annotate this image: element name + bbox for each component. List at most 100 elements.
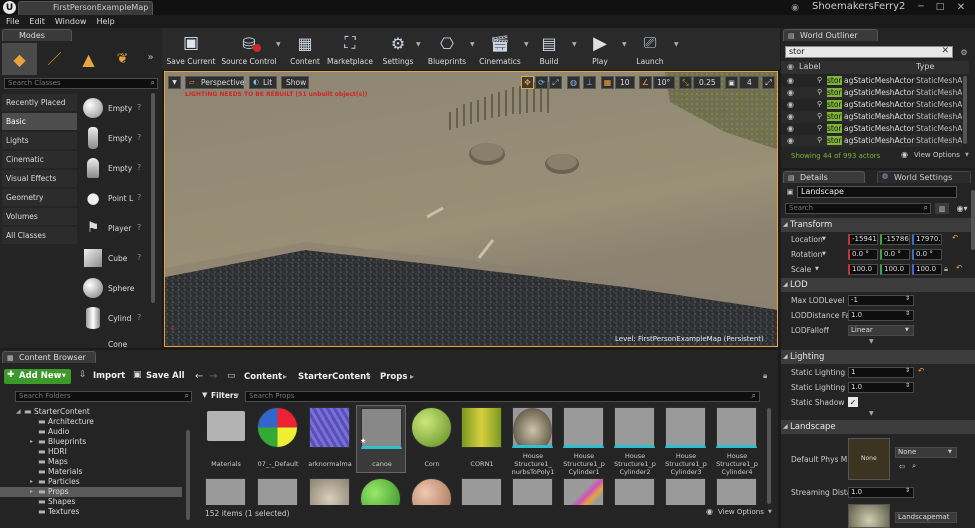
folder-tree-item[interactable]: ▬ Architecture	[0, 417, 182, 427]
details-view-options-icon[interactable]: ◉▾	[953, 203, 971, 214]
chevron-down-icon[interactable]: ▼	[470, 41, 475, 48]
scale-x-field[interactable]: 100.0	[848, 264, 878, 275]
folder-tree-item[interactable]: ◢ ▬ StarterContent	[0, 407, 182, 417]
forward-arrow-icon[interactable]: →	[209, 371, 217, 382]
spin-arrows-icon[interactable]: ⇕	[905, 367, 910, 374]
blueprints-button[interactable]: ⎔ Blueprints	[424, 30, 470, 68]
search-props-field[interactable]: Search Props ⌕	[245, 391, 760, 402]
modes-tab[interactable]: Modes	[2, 29, 72, 41]
back-arrow-icon[interactable]: ←	[195, 371, 203, 382]
help-icon[interactable]: ?	[137, 223, 141, 232]
chevron-down-icon[interactable]: ▼	[905, 327, 909, 333]
place-item-player-start[interactable]: ⚑ Player ?	[79, 214, 151, 242]
asset-view-options[interactable]: ◉ View Options ▼	[706, 507, 774, 518]
breadcrumb-props[interactable]: Props	[380, 372, 407, 382]
folder-tree-item[interactable]: ▬ Materials	[0, 467, 182, 477]
column-label[interactable]: Label	[799, 62, 821, 71]
outliner-row[interactable]: ◉ ⚲ stor agStaticMeshActor StaticMeshAc	[781, 99, 962, 111]
mode-foliage-icon[interactable]: ❦	[106, 43, 139, 75]
clear-search-icon[interactable]: ✕	[941, 46, 949, 56]
menu-help[interactable]: Help	[96, 15, 114, 28]
mode-place-icon[interactable]: ◆	[2, 43, 37, 75]
details-scrollbar[interactable]	[971, 190, 975, 250]
tree-scrollbar[interactable]	[186, 430, 190, 520]
category-visual-effects[interactable]: Visual Effects	[2, 170, 77, 187]
folder-tree-item[interactable]: ▬ HDRI	[0, 447, 182, 457]
category-recently-placed[interactable]: Recently Placed	[2, 94, 77, 111]
place-item-empty-pawn[interactable]: Empty ?	[79, 154, 151, 182]
modes-more-icon[interactable]: »	[143, 50, 158, 65]
asset-row2-thumb[interactable]	[614, 478, 655, 505]
location-y-field[interactable]: -15786	[880, 234, 910, 245]
camera-speed-icon[interactable]: ▣	[725, 76, 738, 89]
asset-normal-map[interactable]: arknormalma	[306, 407, 354, 473]
scale-y-field[interactable]: 100.0	[880, 264, 910, 275]
chevron-down-icon[interactable]: ▼	[674, 41, 679, 48]
place-item-cone[interactable]: Cone	[79, 334, 151, 348]
folder-tree-item[interactable]: ▬ Audio	[0, 427, 182, 437]
save-all-button[interactable]: ▣ Save All	[130, 369, 188, 384]
asset-house-cylinder4[interactable]: House Structure1_p Cylinder4	[713, 407, 761, 476]
actor-name-field[interactable]: Landscape	[797, 186, 957, 198]
settings-button[interactable]: ⚙ Settings	[378, 30, 418, 68]
source-control-button[interactable]: ⛁ Source Control	[220, 30, 278, 68]
tree-expand-icon[interactable]: ▸	[30, 478, 33, 485]
details-tab[interactable]: ▤ Details	[783, 171, 865, 183]
outliner-row[interactable]: ◉ ⚲ stor agStaticMeshActor StaticMeshAc	[781, 123, 962, 135]
breadcrumb-starter-content[interactable]: StarterContent	[298, 372, 370, 382]
add-new-button[interactable]: ✚ Add New ▼	[4, 369, 71, 384]
landscape-section-header[interactable]: ◢ Landscape	[781, 420, 975, 434]
place-item-sphere[interactable]: Sphere	[79, 274, 151, 302]
place-item-point-light[interactable]: ● Point L ?	[79, 184, 151, 212]
expand-advanced-icon[interactable]: ▼	[869, 410, 874, 417]
eye-icon[interactable]: ◉	[787, 136, 794, 145]
spin-arrows-icon[interactable]: ⇕	[905, 382, 910, 389]
rotation-y-field[interactable]: 0.0 °	[880, 249, 910, 260]
asset-house-cylinder2[interactable]: House Structure1_p Cylinder2	[611, 407, 659, 476]
outliner-row[interactable]: ◉ ⚲ stor agStaticMeshActor StaticMeshAc	[781, 87, 962, 99]
asset-row2-thumb[interactable]	[716, 478, 757, 505]
category-all-classes[interactable]: All Classes	[2, 227, 77, 244]
expand-advanced-icon[interactable]: ▼	[869, 338, 874, 345]
rotation-z-field[interactable]: 0.0 °	[912, 249, 942, 260]
asset-corn[interactable]: Corn	[408, 407, 456, 473]
lit-button[interactable]: ◐ Lit	[249, 76, 277, 89]
chevron-down-icon[interactable]: ▼	[815, 266, 819, 272]
filters-button[interactable]: ▼ Filters ▼	[200, 391, 242, 402]
minimize-icon[interactable]: ─	[915, 1, 927, 13]
help-icon[interactable]: ?	[137, 253, 141, 262]
location-x-field[interactable]: -15941	[848, 234, 878, 245]
menu-window[interactable]: Window	[55, 15, 87, 28]
reset-arrow-icon[interactable]: ↶	[956, 263, 962, 272]
landscape-material-dropdown[interactable]: Landscapemat	[895, 512, 957, 523]
lock-icon[interactable]: 🔒︎	[944, 264, 948, 274]
help-icon[interactable]: ?	[137, 133, 141, 142]
place-item-empty-actor[interactable]: Empty ?	[79, 94, 151, 122]
static-shadow-checkbox[interactable]: ✓	[848, 397, 858, 407]
asset-row2-thumb[interactable]	[411, 478, 452, 505]
category-basic[interactable]: Basic	[2, 113, 77, 130]
scale-snap-value[interactable]: 0.25	[693, 76, 721, 89]
folder-tree-item[interactable]: ▬ Maps	[0, 457, 182, 467]
outliner-scrollbar[interactable]	[963, 76, 967, 144]
launch-button[interactable]: ⎚ Launch	[632, 30, 668, 68]
outliner-view-options[interactable]: ◉ View Options ▼	[901, 150, 973, 161]
content-browser-tab[interactable]: ▦ Content Browser	[2, 351, 96, 363]
lock-icon[interactable]: 🔒︎	[763, 371, 767, 381]
chevron-down-icon[interactable]: ▼	[948, 449, 952, 455]
folder-tree-item[interactable]: ▸ ▬ Blueprints	[0, 437, 182, 447]
place-item-cylinder[interactable]: Cylind ?	[79, 304, 151, 332]
reset-arrow-icon[interactable]: ↶	[952, 233, 958, 242]
close-window-icon[interactable]: ✕	[954, 1, 968, 13]
import-button[interactable]: ⇩ Import	[76, 369, 125, 384]
lighting-section-header[interactable]: ◢ Lighting	[781, 350, 975, 364]
maximize-viewport-icon[interactable]: ⤢	[762, 76, 775, 89]
menu-edit[interactable]: Edit	[29, 15, 45, 28]
folder-tree-item[interactable]: ▸ ▬ Props	[0, 487, 182, 497]
asset-row2-thumb[interactable]	[257, 478, 298, 505]
rotation-snap-icon[interactable]: ∠	[639, 76, 652, 89]
asset-row2-thumb[interactable]	[360, 478, 401, 505]
outliner-row[interactable]: ◉ ⚲ stor agStaticMeshActor StaticMeshAc	[781, 111, 962, 123]
asset-row2-thumb[interactable]	[461, 478, 502, 505]
category-geometry[interactable]: Geometry	[2, 189, 77, 206]
